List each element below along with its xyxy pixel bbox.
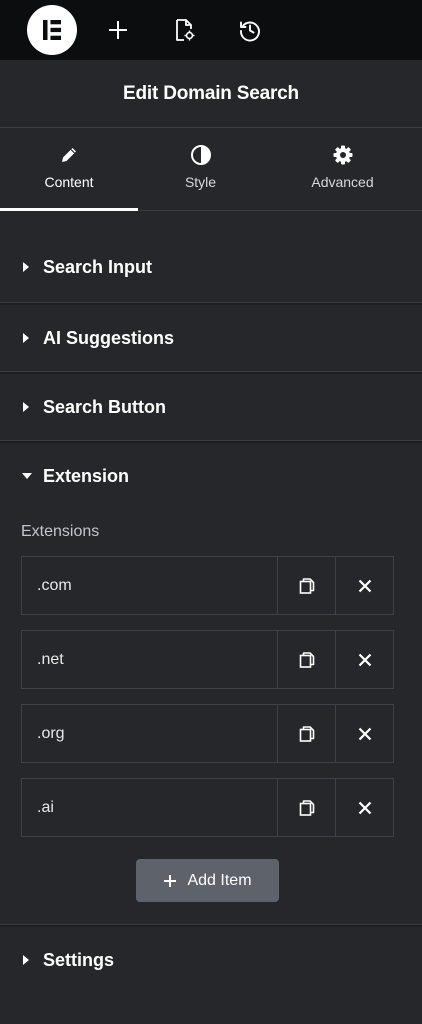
copy-icon: [299, 799, 314, 816]
caret-right-icon: [23, 402, 29, 412]
close-icon: [358, 653, 371, 666]
repeater-item: .org: [21, 704, 394, 763]
section-settings[interactable]: Settings: [0, 926, 422, 994]
close-icon: [358, 801, 371, 814]
page-title: Edit Domain Search: [123, 82, 299, 104]
repeater-item-title[interactable]: .com: [22, 557, 277, 614]
copy-icon: [299, 651, 314, 668]
caret-right-icon: [23, 262, 29, 272]
gear-icon: [333, 145, 352, 165]
section-title: AI Suggestions: [43, 327, 175, 348]
page-settings-button[interactable]: [165, 11, 203, 49]
section-ai-suggestions[interactable]: AI Suggestions: [0, 304, 422, 372]
duplicate-button[interactable]: [277, 705, 335, 762]
panel-tabs: Content Style Advanced: [0, 129, 422, 211]
add-element-button[interactable]: [99, 11, 137, 49]
copy-icon: [299, 577, 314, 594]
plus-icon: [164, 874, 177, 887]
section-title: Search Button: [43, 396, 167, 417]
repeater-item-title[interactable]: .ai: [22, 779, 277, 836]
repeater-item: .com: [21, 556, 394, 615]
section-title: Settings: [43, 949, 115, 970]
duplicate-button[interactable]: [277, 779, 335, 836]
close-icon: [358, 727, 371, 740]
tab-content[interactable]: Content: [0, 129, 138, 211]
elementor-logo-icon: [43, 20, 61, 40]
history-button[interactable]: [231, 11, 269, 49]
tab-advanced[interactable]: Advanced: [263, 129, 422, 211]
section-title: Extension: [43, 465, 130, 486]
caret-right-icon: [23, 333, 29, 343]
repeater-item-title[interactable]: .org: [22, 705, 277, 762]
add-item-button[interactable]: Add Item: [136, 859, 279, 902]
remove-button[interactable]: [335, 631, 393, 688]
section-search-input[interactable]: Search Input: [0, 233, 422, 301]
caret-down-icon: [22, 473, 32, 479]
top-bar: [0, 0, 422, 60]
close-icon: [358, 579, 371, 592]
duplicate-button[interactable]: [277, 631, 335, 688]
page-settings-icon: [176, 19, 195, 41]
remove-button[interactable]: [335, 557, 393, 614]
add-item-label: Add Item: [187, 871, 252, 889]
copy-icon: [299, 725, 314, 742]
tab-content-label: Content: [44, 174, 94, 190]
half-circle-icon: [190, 145, 211, 165]
history-icon: [240, 21, 260, 42]
repeater-item: .net: [21, 630, 394, 689]
tab-style-label: Style: [184, 174, 217, 190]
tab-advanced-label: Advanced: [311, 174, 374, 190]
active-tab-indicator: [0, 208, 138, 211]
pencil-icon: [62, 148, 76, 162]
panel-header: Edit Domain Search: [0, 60, 422, 128]
tab-style[interactable]: Style: [138, 129, 263, 211]
remove-button[interactable]: [335, 705, 393, 762]
section-title: Search Input: [43, 256, 153, 277]
repeater-item-title[interactable]: .net: [22, 631, 277, 688]
elementor-logo[interactable]: [27, 5, 77, 55]
section-search-button[interactable]: Search Button: [0, 373, 422, 441]
caret-right-icon: [23, 955, 29, 965]
repeater-item: .ai: [21, 778, 394, 837]
extensions-label: Extensions: [21, 523, 100, 540]
remove-button[interactable]: [335, 779, 393, 836]
add-icon: [109, 21, 127, 39]
duplicate-button[interactable]: [277, 557, 335, 614]
section-extension[interactable]: Extension: [0, 442, 422, 510]
